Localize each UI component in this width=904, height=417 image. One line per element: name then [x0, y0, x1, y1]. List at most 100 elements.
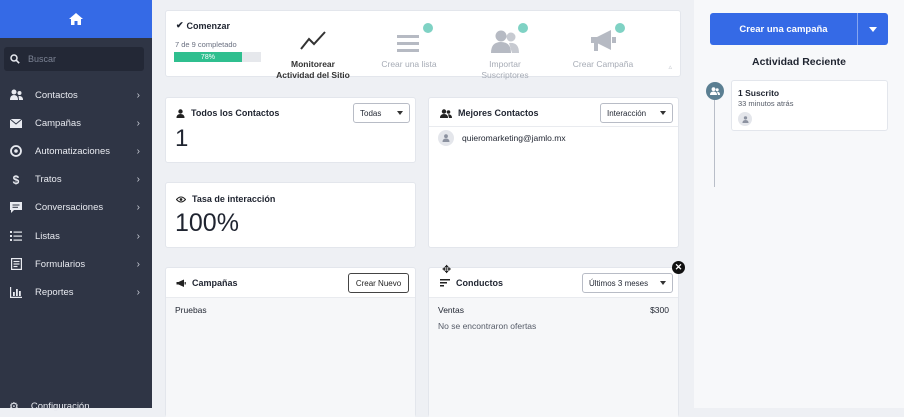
- megaphone-icon: [176, 279, 186, 287]
- pipelines-filter-value: Últimos 3 meses: [589, 278, 649, 288]
- sidebar-item-listas[interactable]: Listas ›: [0, 222, 152, 250]
- engagement-rate-card: Tasa de interacción 100%: [165, 182, 416, 248]
- drag-move-icon[interactable]: ✥: [442, 263, 451, 276]
- completed-check-icon: [615, 23, 625, 33]
- step-monitor-site-activity[interactable]: Monitorear Actividad del Sitio: [268, 23, 358, 81]
- caret-down-icon: [397, 111, 403, 115]
- list-icon: [9, 229, 23, 243]
- all-contacts-filter-value: Todas: [360, 108, 382, 118]
- timeline-line: [714, 95, 715, 187]
- create-new-label: Crear Nuevo: [355, 278, 402, 288]
- sidebar-item-automatizaciones[interactable]: Automatizaciones ›: [0, 137, 152, 165]
- sidebar-nav: Contactos › Campañas › Automatizaciones …: [0, 81, 152, 307]
- pipeline-icon: [440, 279, 450, 287]
- top-contacts-filter-select[interactable]: Interacción: [600, 103, 673, 123]
- all-contacts-card: Todos los Contactos Todas 1: [165, 97, 416, 163]
- deals-empty-text: No se encontraron ofertas: [438, 321, 537, 331]
- step-label-line1: Crear una lista: [381, 59, 437, 69]
- create-campaign-dropdown-toggle[interactable]: [858, 13, 888, 45]
- step-label-line1: Importar: [489, 59, 521, 69]
- progress-bar-fill: 78%: [174, 52, 242, 62]
- sidebar-item-configuracion[interactable]: ⚙ Configuración: [9, 400, 90, 413]
- step-label-line2: Actividad del Sitio: [276, 70, 350, 80]
- user-icon: [176, 108, 185, 118]
- getting-started-title-text: Comenzar: [186, 20, 231, 31]
- pipelines-filter-select[interactable]: Últimos 3 meses: [582, 273, 673, 293]
- sidebar-item-label: Campañas: [35, 117, 81, 129]
- progress-text: 7 de 9 completado: [175, 40, 237, 49]
- list-item[interactable]: quieromarketing@jamlo.mx: [438, 130, 566, 146]
- all-contacts-filter-select[interactable]: Todas: [353, 103, 410, 123]
- close-icon[interactable]: ✕: [672, 261, 685, 274]
- chat-icon: [9, 201, 23, 215]
- sidebar-item-label: Conversaciones: [35, 202, 104, 214]
- dashboard-main: ✔ Comenzar 7 de 9 completado 78% Monitor…: [152, 0, 694, 417]
- users-icon: [440, 108, 452, 118]
- caret-down-icon: [660, 281, 666, 285]
- create-new-campaign-button[interactable]: Crear Nuevo: [348, 273, 409, 293]
- campaigns-title-text: Campañas: [192, 278, 238, 288]
- step-create-list[interactable]: Crear una lista: [364, 23, 454, 70]
- sidebar-item-label: Formularios: [35, 258, 86, 270]
- sidebar-item-conversaciones[interactable]: Conversaciones ›: [0, 194, 152, 222]
- chevron-right-icon: ›: [136, 145, 140, 157]
- getting-started-title: ✔ Comenzar: [176, 20, 230, 31]
- automation-icon: [9, 144, 23, 158]
- deals-row-label: Ventas: [438, 305, 464, 315]
- recent-activity-title: Actividad Reciente: [752, 56, 846, 68]
- chevron-right-icon: ›: [136, 202, 140, 214]
- contact-email: quieromarketing@jamlo.mx: [462, 133, 566, 143]
- engagement-title: Tasa de interacción: [176, 194, 275, 204]
- gear-icon: ⚙: [9, 401, 19, 413]
- sidebar-item-label: Contactos: [35, 89, 78, 101]
- sidebar-item-label: Reportes: [35, 286, 74, 298]
- activity-avatar: [706, 82, 724, 100]
- sidebar-item-contactos[interactable]: Contactos ›: [0, 81, 152, 109]
- completed-check-icon: [518, 23, 528, 33]
- caret-down-icon: [660, 111, 666, 115]
- list-lines-icon: [397, 35, 419, 52]
- megaphone-icon: [591, 30, 616, 51]
- activity-time: 33 minutos atrás: [738, 99, 794, 108]
- sidebar-item-tratos[interactable]: $ Tratos ›: [0, 166, 152, 194]
- campaigns-title: Campañas: [176, 278, 238, 288]
- sidebar-item-reportes[interactable]: Reportes ›: [0, 278, 152, 306]
- chevron-right-icon: ›: [136, 174, 140, 186]
- deals-row-value: $300: [650, 305, 669, 315]
- progress-percent: 78%: [200, 53, 215, 61]
- chart-icon: [9, 285, 23, 299]
- top-contacts-title: Mejores Contactos: [440, 108, 539, 118]
- search-placeholder: Buscar: [28, 54, 57, 64]
- checkmark-icon: ✔: [176, 20, 184, 30]
- all-contacts-count: 1: [175, 125, 189, 152]
- pipelines-title: Conductos: [440, 278, 503, 288]
- engagement-rate-value: 100%: [175, 209, 239, 237]
- search-input[interactable]: Buscar: [4, 47, 144, 71]
- activity-line-icon: [300, 31, 326, 50]
- step-create-campaign[interactable]: Crear Campaña: [558, 23, 648, 70]
- caret-down-icon: [869, 26, 877, 32]
- home-icon: [69, 13, 83, 25]
- completed-check-icon: [423, 23, 433, 33]
- form-icon: [9, 257, 23, 271]
- sidebar-item-formularios[interactable]: Formularios ›: [0, 250, 152, 278]
- step-import-subscribers[interactable]: Importar Suscriptores: [460, 23, 550, 81]
- all-contacts-title: Todos los Contactos: [176, 108, 279, 118]
- sidebar-item-campanas[interactable]: Campañas ›: [0, 109, 152, 137]
- create-campaign-button[interactable]: Crear una campaña: [710, 13, 888, 45]
- eye-icon: [176, 195, 186, 203]
- dismiss-icon[interactable]: ▵: [668, 63, 672, 71]
- engagement-title-text: Tasa de interacción: [192, 194, 276, 204]
- create-campaign-label: Crear una campaña: [710, 13, 858, 45]
- pipelines-card: Conductos Últimos 3 meses Ventas $300 No…: [428, 267, 679, 417]
- chevron-right-icon: ›: [136, 286, 140, 298]
- list-item[interactable]: Pruebas: [175, 305, 207, 315]
- chevron-right-icon: ›: [136, 117, 140, 129]
- campaigns-card: Campañas Crear Nuevo Pruebas: [165, 267, 416, 417]
- all-contacts-title-text: Todos los Contactos: [191, 108, 280, 118]
- home-button[interactable]: [0, 0, 152, 38]
- users-icon: [710, 87, 720, 95]
- contacts-icon: [9, 88, 23, 102]
- activity-title: 1 Suscrito: [738, 88, 780, 98]
- activity-item[interactable]: 1 Suscrito 33 minutos atrás: [731, 80, 888, 131]
